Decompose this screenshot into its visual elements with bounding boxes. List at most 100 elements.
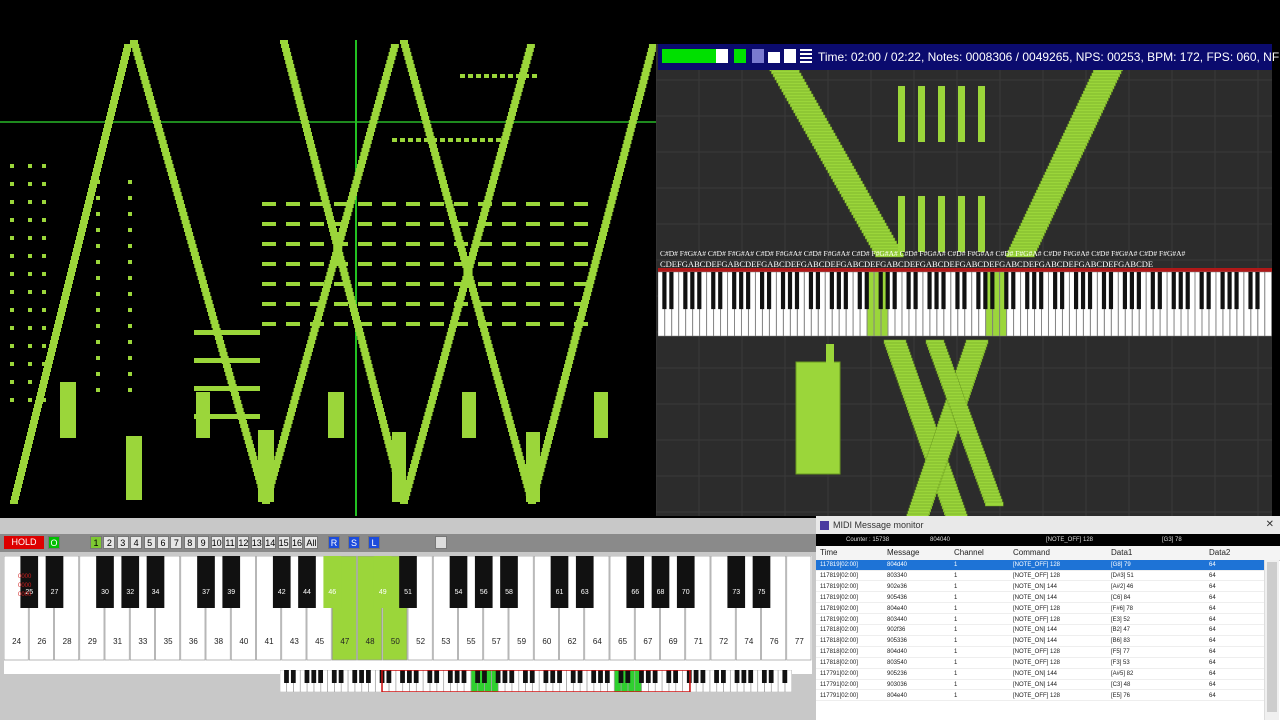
mini-black-key[interactable] xyxy=(406,670,412,683)
black-key[interactable] xyxy=(272,556,291,608)
black-key[interactable] xyxy=(1234,272,1239,310)
black-key[interactable] xyxy=(906,272,911,310)
mini-black-key[interactable] xyxy=(366,670,371,683)
mini-black-key[interactable] xyxy=(768,670,774,683)
mini-black-key[interactable] xyxy=(482,670,487,683)
mini-black-key[interactable] xyxy=(639,670,644,683)
mini-black-key[interactable] xyxy=(352,670,358,683)
table-row[interactable]: 117791[02:00] 804e40 1 [NOTE_OFF] 128 [E5] 7… xyxy=(816,691,1264,702)
table-row[interactable]: 117819[02:00] 902e36 1 [NOTE_ON] 144 [A#2] 4… xyxy=(816,582,1264,593)
r-button[interactable]: R xyxy=(328,536,340,549)
window-icon[interactable] xyxy=(768,49,780,63)
mini-black-key[interactable] xyxy=(454,670,460,683)
mini-black-key[interactable] xyxy=(434,670,440,683)
green-box-icon[interactable] xyxy=(734,49,746,63)
channel-button-all[interactable]: All xyxy=(304,536,319,549)
mini-black-key[interactable] xyxy=(748,670,754,683)
black-key[interactable] xyxy=(1032,272,1037,310)
black-key[interactable] xyxy=(121,556,140,608)
black-key[interactable] xyxy=(1087,272,1093,310)
channel-button-8[interactable]: 8 xyxy=(183,536,196,549)
table-row[interactable]: 117818[02:00] 803540 1 [NOTE_OFF] 128 [F3] 5… xyxy=(816,658,1264,669)
hold-button[interactable]: HOLD xyxy=(4,536,44,549)
black-key[interactable] xyxy=(697,272,702,310)
mini-black-key[interactable] xyxy=(761,670,767,683)
black-key[interactable] xyxy=(662,272,667,310)
black-key[interactable] xyxy=(1108,272,1114,310)
black-key[interactable] xyxy=(1129,272,1134,310)
black-key[interactable] xyxy=(1060,272,1065,310)
table-row[interactable]: 117819[02:00] 803440 1 [NOTE_OFF] 128 [E3] 5… xyxy=(816,615,1264,625)
black-key[interactable] xyxy=(1025,272,1030,310)
black-key[interactable] xyxy=(651,556,670,608)
mini-black-key[interactable] xyxy=(741,670,747,683)
black-key[interactable] xyxy=(550,556,569,608)
table-row[interactable]: 117818[02:00] 905336 1 [NOTE_ON] 144 [B6] 83… xyxy=(816,636,1264,647)
mini-black-key[interactable] xyxy=(284,670,289,683)
black-key[interactable] xyxy=(626,556,645,608)
mini-black-key[interactable] xyxy=(645,670,651,683)
black-key[interactable] xyxy=(857,272,862,310)
mini-black-key[interactable] xyxy=(502,670,508,683)
mini-black-key[interactable] xyxy=(591,670,597,683)
mini-black-key[interactable] xyxy=(543,670,549,683)
black-key[interactable] xyxy=(669,272,674,310)
black-key[interactable] xyxy=(690,272,695,310)
mini-black-key[interactable] xyxy=(550,670,556,683)
mini-black-key[interactable] xyxy=(782,670,788,683)
black-key[interactable] xyxy=(739,272,744,310)
black-key[interactable] xyxy=(1248,272,1253,310)
black-key[interactable] xyxy=(1150,272,1155,310)
o-button[interactable]: O xyxy=(48,536,60,549)
black-key[interactable] xyxy=(1220,272,1225,310)
black-key[interactable] xyxy=(1227,272,1232,310)
black-key[interactable] xyxy=(683,272,688,310)
black-key[interactable] xyxy=(878,272,883,310)
channel-button-13[interactable]: 13 xyxy=(250,536,263,549)
black-key[interactable] xyxy=(222,556,241,608)
channel-button-2[interactable]: 2 xyxy=(103,536,116,549)
black-key[interactable] xyxy=(1004,272,1009,310)
mini-black-key[interactable] xyxy=(693,670,699,683)
channel-button-14[interactable]: 14 xyxy=(264,536,277,549)
black-key[interactable] xyxy=(197,556,215,608)
mini-black-key[interactable] xyxy=(721,670,726,683)
table-row[interactable]: 117818[02:00] 804d40 1 [NOTE_OFF] 128 [F5] 7… xyxy=(816,647,1264,658)
black-key[interactable] xyxy=(885,272,890,310)
black-key[interactable] xyxy=(399,556,417,608)
mini-black-key[interactable] xyxy=(604,670,610,683)
channel-button-9[interactable]: 9 xyxy=(197,536,210,549)
black-key[interactable] xyxy=(955,272,960,310)
mini-black-key[interactable] xyxy=(598,670,603,683)
mini-black-key[interactable] xyxy=(509,670,515,683)
mini-black-key[interactable] xyxy=(304,670,310,683)
black-key[interactable] xyxy=(815,272,821,310)
col-channel[interactable]: Channel xyxy=(954,546,984,560)
mini-black-key[interactable] xyxy=(400,670,405,683)
black-key[interactable] xyxy=(146,556,165,608)
mini-black-key[interactable] xyxy=(338,670,344,683)
black-key[interactable] xyxy=(718,272,723,310)
mini-black-key[interactable] xyxy=(734,670,740,683)
channel-button-10[interactable]: 10 xyxy=(210,536,223,549)
mini-black-key[interactable] xyxy=(447,670,453,683)
toggle-button[interactable] xyxy=(435,536,447,549)
black-key[interactable] xyxy=(794,272,800,310)
mini-black-key[interactable] xyxy=(413,670,419,683)
black-key[interactable] xyxy=(1171,272,1176,310)
channel-button-5[interactable]: 5 xyxy=(143,536,156,549)
mini-black-key[interactable] xyxy=(331,670,337,683)
mini-black-key[interactable] xyxy=(290,670,296,683)
mini-black-key[interactable] xyxy=(666,670,672,683)
mini-black-key[interactable] xyxy=(673,670,678,683)
mini-black-key[interactable] xyxy=(529,670,535,683)
black-key[interactable] xyxy=(298,556,316,608)
black-key[interactable] xyxy=(45,556,64,608)
mini-black-key[interactable] xyxy=(475,670,481,683)
table-row[interactable]: 117819[02:00] 905436 1 [NOTE_ON] 144 [C6] 84… xyxy=(816,593,1264,604)
monitor-scrollbar[interactable] xyxy=(1264,560,1279,720)
mini-black-key[interactable] xyxy=(652,670,658,683)
channel-button-4[interactable]: 4 xyxy=(130,536,143,549)
white-box-icon[interactable] xyxy=(716,49,728,63)
channel-button-16[interactable]: 16 xyxy=(291,536,303,549)
